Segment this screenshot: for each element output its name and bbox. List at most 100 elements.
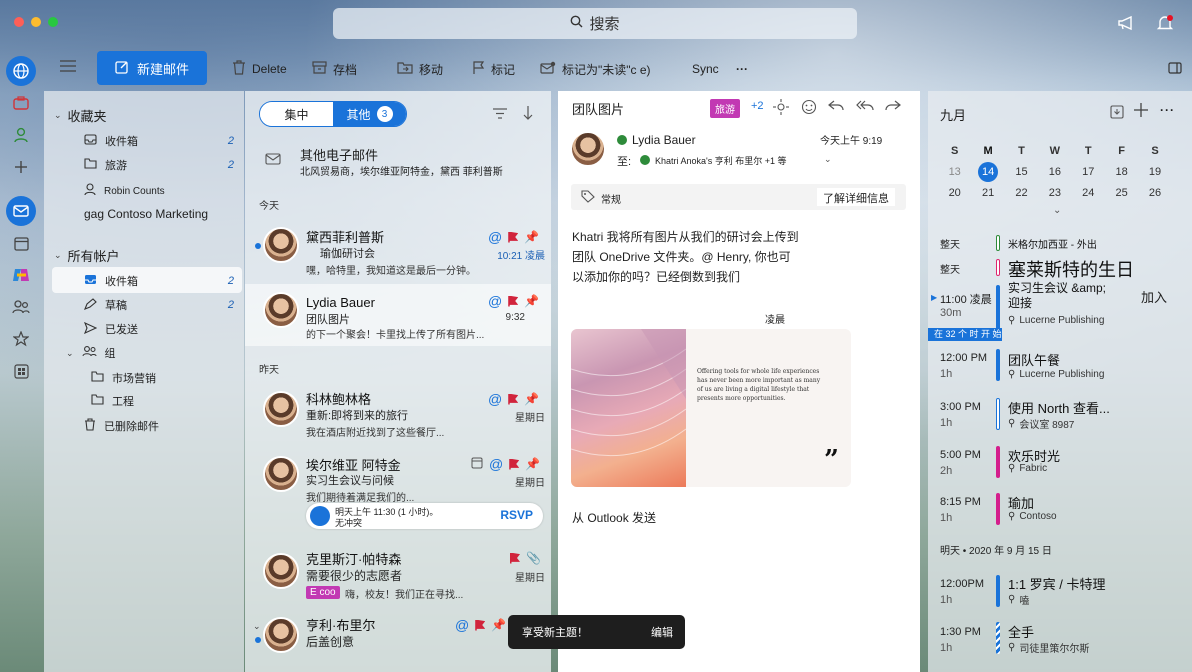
pin-icon[interactable]: 📌 <box>525 457 540 471</box>
emoji-icon[interactable] <box>801 99 817 118</box>
tab-other[interactable]: 其他 3 <box>333 102 406 126</box>
calendar-day[interactable]: 23 <box>1038 183 1071 204</box>
pin-icon[interactable]: 📌 <box>524 294 539 308</box>
list-item[interactable]: 黛西菲利普斯 瑜伽研讨会 嘿，哈特里，我知道这是最后一分钟。 @ 📌 10:21… <box>245 219 551 281</box>
acct-marketing[interactable]: 市场营销 <box>91 370 241 386</box>
apps-icon[interactable] <box>6 356 36 386</box>
zoom-window-button[interactable] <box>48 17 58 27</box>
acct-groups[interactable]: ⌄ 组 <box>66 345 216 361</box>
list-item[interactable]: ⌄ 亨利·布里尔 后盖创意 @ 📌 <box>245 615 551 672</box>
calendar-day[interactable]: 16 <box>1038 162 1071 183</box>
today-view-icon[interactable] <box>1110 105 1124 122</box>
hamburger-menu-icon[interactable] <box>60 60 76 75</box>
calendar-day[interactable]: 18 <box>1105 162 1138 183</box>
join-button[interactable]: 加入 <box>1141 287 1167 306</box>
add-event-icon[interactable] <box>1134 103 1148 120</box>
calendar-event[interactable]: 整天 米格尔加西亚 - 外出 <box>928 233 1192 253</box>
red-flag-icon[interactable] <box>510 552 520 564</box>
more-toolbar-button[interactable]: ··· <box>736 58 748 80</box>
minimize-window-button[interactable] <box>31 17 41 27</box>
rsvp-button[interactable]: RSVP <box>500 508 533 522</box>
delete-button[interactable]: Delete <box>232 58 287 80</box>
calendar-event[interactable]: 8:15 PM 1h 瑜加 ⚲ Contoso <box>928 491 1192 531</box>
favorites-header[interactable]: ⌄ 收藏夹 <box>54 106 107 125</box>
calendar-day[interactable]: 19 <box>1138 162 1171 183</box>
calendar-day[interactable]: 25 <box>1105 183 1138 204</box>
tab-focused[interactable]: 集中 <box>260 102 333 126</box>
red-flag-icon[interactable] <box>508 231 519 243</box>
calendar-event[interactable]: 整天 塞莱斯特的生日 <box>928 256 1192 280</box>
more-tags-count[interactable]: +2 <box>751 100 764 112</box>
learn-more-button[interactable]: 了解详细信息 <box>817 188 895 206</box>
calendar-event[interactable]: 3:00 PM 1h 使用 North 查看... ⚲ 会议室 8987 <box>928 396 1192 436</box>
globe-icon[interactable] <box>6 56 36 86</box>
acct-deleted[interactable]: 已删除邮件 <box>84 418 234 434</box>
reply-all-icon[interactable] <box>856 99 874 116</box>
pin-icon[interactable]: 📌 <box>524 230 539 244</box>
calendar-event[interactable]: 1:30 PM 1h 全手 ⚲ 司徒里策尔尔斯 <box>928 618 1192 658</box>
calendar-day[interactable]: 21 <box>971 183 1004 204</box>
expand-pane-icon[interactable] <box>1168 62 1182 77</box>
briefcase-icon[interactable] <box>6 88 36 118</box>
archive-button[interactable]: 存档 <box>312 58 357 80</box>
calendar-day[interactable]: 26 <box>1138 183 1171 204</box>
pin-icon[interactable]: 📌 <box>491 618 506 632</box>
brightness-icon[interactable] <box>773 99 789 118</box>
recipient-list[interactable]: Khatri Anoka's 亨利 布里尔 +1 等 <box>655 154 787 167</box>
red-flag-icon[interactable] <box>475 619 486 631</box>
star-icon[interactable] <box>6 324 36 354</box>
calendar-event[interactable]: 12:00 PM 1h 团队午餐 ⚲ Lucerne Publishing <box>928 347 1192 387</box>
move-button[interactable]: 移动 <box>397 58 443 80</box>
person-icon[interactable] <box>6 120 36 150</box>
add-account-icon[interactable] <box>6 152 36 182</box>
all-accounts-header[interactable]: ⌄ 所有帐户 <box>54 246 120 265</box>
chevron-down-icon[interactable]: ⌄ <box>1053 205 1061 216</box>
acct-inbox[interactable]: 收件箱 2 <box>84 273 234 289</box>
more-icon[interactable]: ··· <box>1160 103 1175 117</box>
calendar-day[interactable]: 13 <box>938 162 971 183</box>
mark-unread-button[interactable]: 标记为"未读"c e) <box>540 58 651 80</box>
red-flag-icon[interactable] <box>508 393 519 405</box>
people-icon[interactable] <box>6 292 36 322</box>
sort-arrow-icon[interactable] <box>523 106 533 123</box>
attached-image[interactable]: Offering tools for whole life experience… <box>571 329 851 487</box>
sync-button[interactable]: Sync <box>692 58 719 80</box>
calendar-day[interactable]: 22 <box>1005 183 1038 204</box>
calendar-day[interactable]: 24 <box>1072 183 1105 204</box>
bell-icon[interactable] <box>1154 12 1176 34</box>
reply-icon[interactable] <box>828 99 844 116</box>
calendar-day-today[interactable]: 14 <box>971 162 1004 183</box>
calendar-event[interactable]: ▶ 11:00 凌晨 30m 实习生会议 &amp; 迎接 加入 ⚲ Lucern… <box>928 281 1192 333</box>
close-window-button[interactable] <box>14 17 24 27</box>
list-item[interactable]: 科林鲍林格 重新:即将到来的旅行 我在酒店附近找到了这些餐厅... @ 📌 星期… <box>245 383 551 445</box>
calendar-event[interactable]: 5:00 PM 2h 欢乐时光 ⚲ Fabric <box>928 444 1192 484</box>
toast-edit-button[interactable]: 编辑 <box>651 624 673 640</box>
calendar-day[interactable]: 17 <box>1072 162 1105 183</box>
filter-icon[interactable] <box>493 108 507 122</box>
forward-icon[interactable] <box>885 99 901 116</box>
search-box[interactable]: 搜索 <box>333 8 857 39</box>
red-flag-icon[interactable] <box>509 458 520 470</box>
calendar-day[interactable]: 15 <box>1005 162 1038 183</box>
acct-drafts[interactable]: 草稿 2 <box>84 297 234 313</box>
new-mail-button[interactable]: 新建邮件 <box>97 51 207 85</box>
pin-icon[interactable]: 📌 <box>524 392 539 406</box>
expand-recipients-icon[interactable]: ⌄ <box>824 154 832 165</box>
other-mail-row[interactable]: 其他电子邮件 北风贸易商，埃尔维亚阿特金，黛西 菲利普斯 <box>245 141 551 179</box>
fav-contoso-marketing[interactable]: gag Contoso Marketing <box>84 207 234 221</box>
list-item[interactable]: 埃尔维亚 阿特金 实习生会议与问候 我们期待着满足我们的... @ 📌 星期日 … <box>245 448 551 536</box>
flag-button[interactable]: 标记 <box>472 58 515 80</box>
megaphone-icon[interactable] <box>1115 12 1137 34</box>
mail-icon[interactable] <box>6 196 36 226</box>
red-flag-icon[interactable] <box>508 295 519 307</box>
fav-travel[interactable]: 旅游 2 <box>84 157 234 173</box>
list-item[interactable]: 克里斯汀·帕特森 需要很少的志愿者 E coo 嗨，校友！我们正在寻找... 📎… <box>245 543 551 615</box>
calendar-icon[interactable] <box>6 228 36 258</box>
calendar-event[interactable]: 12:00PM 1h 1:1 罗宾 / 卡特理 ⚲ 嗑 <box>928 569 1192 609</box>
acct-sent[interactable]: 已发送 <box>83 321 234 337</box>
list-item-selected[interactable]: Lydia Bauer 团队图片 的下一个聚会！卡里找上传了所有图片... @ … <box>245 284 551 346</box>
acct-engineering[interactable]: 工程 <box>91 393 241 409</box>
sender-name[interactable]: Lydia Bauer <box>632 133 696 147</box>
calendar-day[interactable]: 20 <box>938 183 971 204</box>
copilot-icon[interactable] <box>6 260 36 290</box>
